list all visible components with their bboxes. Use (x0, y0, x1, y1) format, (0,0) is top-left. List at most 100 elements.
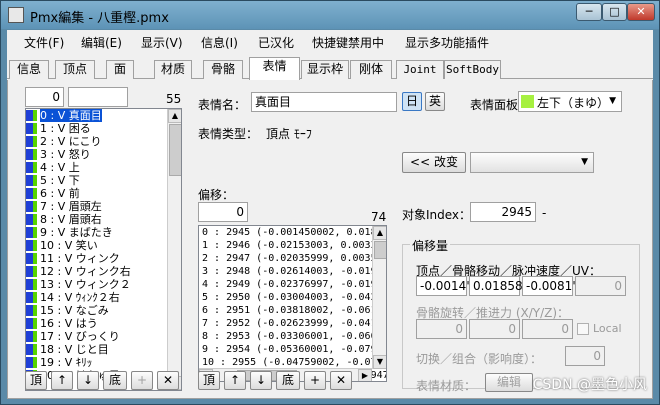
change-type-select[interactable]: ▼ (470, 152, 594, 173)
list-item[interactable]: 14 : V ｳｨﾝｸ２右 (26, 291, 181, 304)
offset-list[interactable]: 0 : 2945 (-0.001450002, 0.01858900 1 : 29… (198, 225, 387, 382)
list-item[interactable]: 11 : V ウィンク (26, 252, 181, 265)
list-item[interactable]: 13 : V ウィンク２ (26, 278, 181, 291)
scroll-thumb[interactable] (374, 241, 386, 259)
rotation-y-field[interactable]: 0 (469, 319, 520, 339)
panel-color-icon (33, 266, 37, 277)
offset-row[interactable]: 2 : 2947 (-0.02035999, 0.003570581 (199, 252, 386, 265)
toggle-label: 切换／组合（影响度）： (416, 352, 543, 366)
lang-jp-button[interactable]: 日 (402, 92, 422, 111)
title-bar[interactable]: Pmx編集 - 八重樫.pmx ─ □ ✕ (1, 1, 659, 29)
close-button[interactable]: ✕ (627, 3, 655, 21)
lang-en-button[interactable]: 英 (425, 92, 445, 111)
panel-color-icon (33, 331, 37, 342)
rotation-x-field[interactable]: 0 (416, 319, 467, 339)
list-item[interactable]: 18 : V じと目 (26, 343, 181, 356)
morph-bottom-button[interactable]: 底 (103, 371, 127, 390)
offset-row[interactable]: 4 : 2949 (-0.02376997, -0.01954018 (199, 278, 386, 291)
list-item[interactable]: 6 : V 前 (26, 187, 181, 200)
offset-row[interactable]: 0 : 2945 (-0.001450002, 0.01858900 (199, 226, 386, 239)
edit-button[interactable]: 编辑 (485, 373, 533, 392)
local-checkbox[interactable] (577, 323, 589, 335)
minimize-button[interactable]: ─ (576, 3, 602, 21)
maximize-button[interactable]: □ (602, 3, 627, 21)
morph-list[interactable]: 0 : V 真面目 1 : V 困る 2 : V にこり 3 : V 怒り 4 : V … (25, 108, 182, 391)
scroll-up-icon[interactable]: ▲ (168, 109, 181, 123)
offset-row[interactable]: 7 : 2952 (-0.02623999, -0.04198839 (199, 317, 386, 330)
tab-display-frame[interactable]: 显示枠 (301, 60, 349, 79)
offset-w-field[interactable]: 0 (575, 276, 626, 296)
vertex-morph-icon (26, 149, 33, 160)
list-item[interactable]: 8 : V 眉頭右 (26, 213, 181, 226)
scroll-thumb[interactable] (169, 124, 181, 176)
menu-plugins[interactable]: 显示多功能插件 (405, 34, 489, 51)
offset-row[interactable]: 5 : 2950 (-0.03004003, -0.04279900 (199, 291, 386, 304)
list-item[interactable]: 1 : V 困る (26, 122, 181, 135)
list-item[interactable]: 12 : V ウィンク右 (26, 265, 181, 278)
morph-delete-button[interactable]: ✕ (157, 371, 179, 390)
panel-color-icon (33, 344, 37, 355)
list-item[interactable]: 2 : V にこり (26, 135, 181, 148)
offset-y-field[interactable]: 0.01858' (469, 276, 526, 296)
offset-row[interactable]: 8 : 2953 (-0.03306001, -0.06075857 (199, 330, 386, 343)
menu-shortcuts-disabled[interactable]: 快捷键禁用中 (312, 34, 384, 51)
list-item[interactable]: 10 : V 笑い (26, 239, 181, 252)
list-item[interactable]: 5 : V 下 (26, 174, 181, 187)
list-item[interactable]: 19 : V ｷﾘｯ (26, 356, 181, 369)
tab-face[interactable]: 面 (106, 60, 134, 79)
list-item[interactable]: 9 : V まばたき (26, 226, 181, 239)
offset-row[interactable]: 9 : 2954 (-0.05360001, -0.07999980 (199, 343, 386, 356)
tab-material[interactable]: 材质 (154, 60, 192, 79)
menu-info[interactable]: 信息(I) (201, 34, 238, 51)
list-item-label: 1 : V 困る (40, 122, 91, 135)
offset-up-button[interactable]: ↑ (224, 371, 246, 390)
list-item[interactable]: 7 : V 眉頭左 (26, 200, 181, 213)
tab-morph[interactable]: 表情 (249, 57, 300, 80)
list-item[interactable]: 15 : V なごみ (26, 304, 181, 317)
menu-localized[interactable]: 已汉化 (258, 34, 294, 51)
offset-list-scrollbar[interactable]: ▲ ▼ (372, 226, 386, 369)
offset-row[interactable]: 1 : 2946 (-0.02153003, 0.003320691 (199, 239, 386, 252)
offset-add-button[interactable]: + (304, 371, 326, 390)
offset-down-button[interactable]: ↓ (250, 371, 272, 390)
scroll-down-icon[interactable]: ▼ (373, 355, 386, 369)
offset-index-field[interactable]: 0 (198, 202, 248, 222)
toggle-field[interactable]: 0 (565, 346, 605, 366)
rotation-z-field[interactable]: 0 (522, 319, 573, 339)
offset-row[interactable]: 6 : 2951 (-0.03818002, -0.06193924 (199, 304, 386, 317)
offset-delete-button[interactable]: ✕ (330, 371, 352, 390)
tab-softbody[interactable]: SoftBody (444, 60, 501, 79)
menu-edit[interactable]: 编辑(E) (81, 34, 122, 51)
offset-row[interactable]: 3 : 2948 (-0.02614003, -0.01996991 (199, 265, 386, 278)
offset-bottom-button[interactable]: 底 (276, 371, 300, 390)
scroll-right-icon[interactable]: ▶ (358, 369, 372, 381)
offset-z-field[interactable]: -0.0081' (522, 276, 576, 296)
list-item[interactable]: 0 : V 真面目 (26, 109, 181, 122)
tab-bone[interactable]: 骨骼 (203, 60, 243, 79)
menu-file[interactable]: 文件(F) (24, 34, 64, 51)
morph-index-field[interactable]: 0 (25, 87, 64, 107)
morph-search-field[interactable] (68, 87, 128, 107)
tab-info[interactable]: 信息 (9, 60, 49, 79)
menu-view[interactable]: 显示(V) (141, 34, 183, 51)
panel-select[interactable]: 左下（まゆ） ▼ (518, 91, 622, 112)
morph-down-button[interactable]: ↓ (77, 371, 99, 390)
list-item[interactable]: 16 : V はう (26, 317, 181, 330)
list-item-label: 9 : V まばたき (40, 226, 113, 239)
morph-name-field[interactable]: 真面目 (251, 92, 397, 112)
scroll-up-icon[interactable]: ▲ (373, 226, 386, 240)
offset-top-button[interactable]: 頂 (198, 371, 220, 390)
tab-joint[interactable]: Joint (396, 60, 444, 79)
morph-add-button[interactable]: + (131, 371, 153, 390)
morph-top-button[interactable]: 頂 (25, 371, 47, 390)
list-item[interactable]: 3 : V 怒り (26, 148, 181, 161)
morph-list-scrollbar[interactable]: ▲ ▼ (167, 109, 181, 390)
change-type-button[interactable]: << 改变 (402, 152, 466, 173)
list-item[interactable]: 17 : V びっくり (26, 330, 181, 343)
tab-vertex[interactable]: 顶点 (55, 60, 95, 79)
tab-rigidbody[interactable]: 刚体 (350, 60, 392, 79)
morph-up-button[interactable]: ↑ (51, 371, 73, 390)
list-item[interactable]: 4 : V 上 (26, 161, 181, 174)
offset-x-field[interactable]: -0.0014' (416, 276, 470, 296)
target-index-field[interactable]: 2945 (470, 202, 536, 222)
